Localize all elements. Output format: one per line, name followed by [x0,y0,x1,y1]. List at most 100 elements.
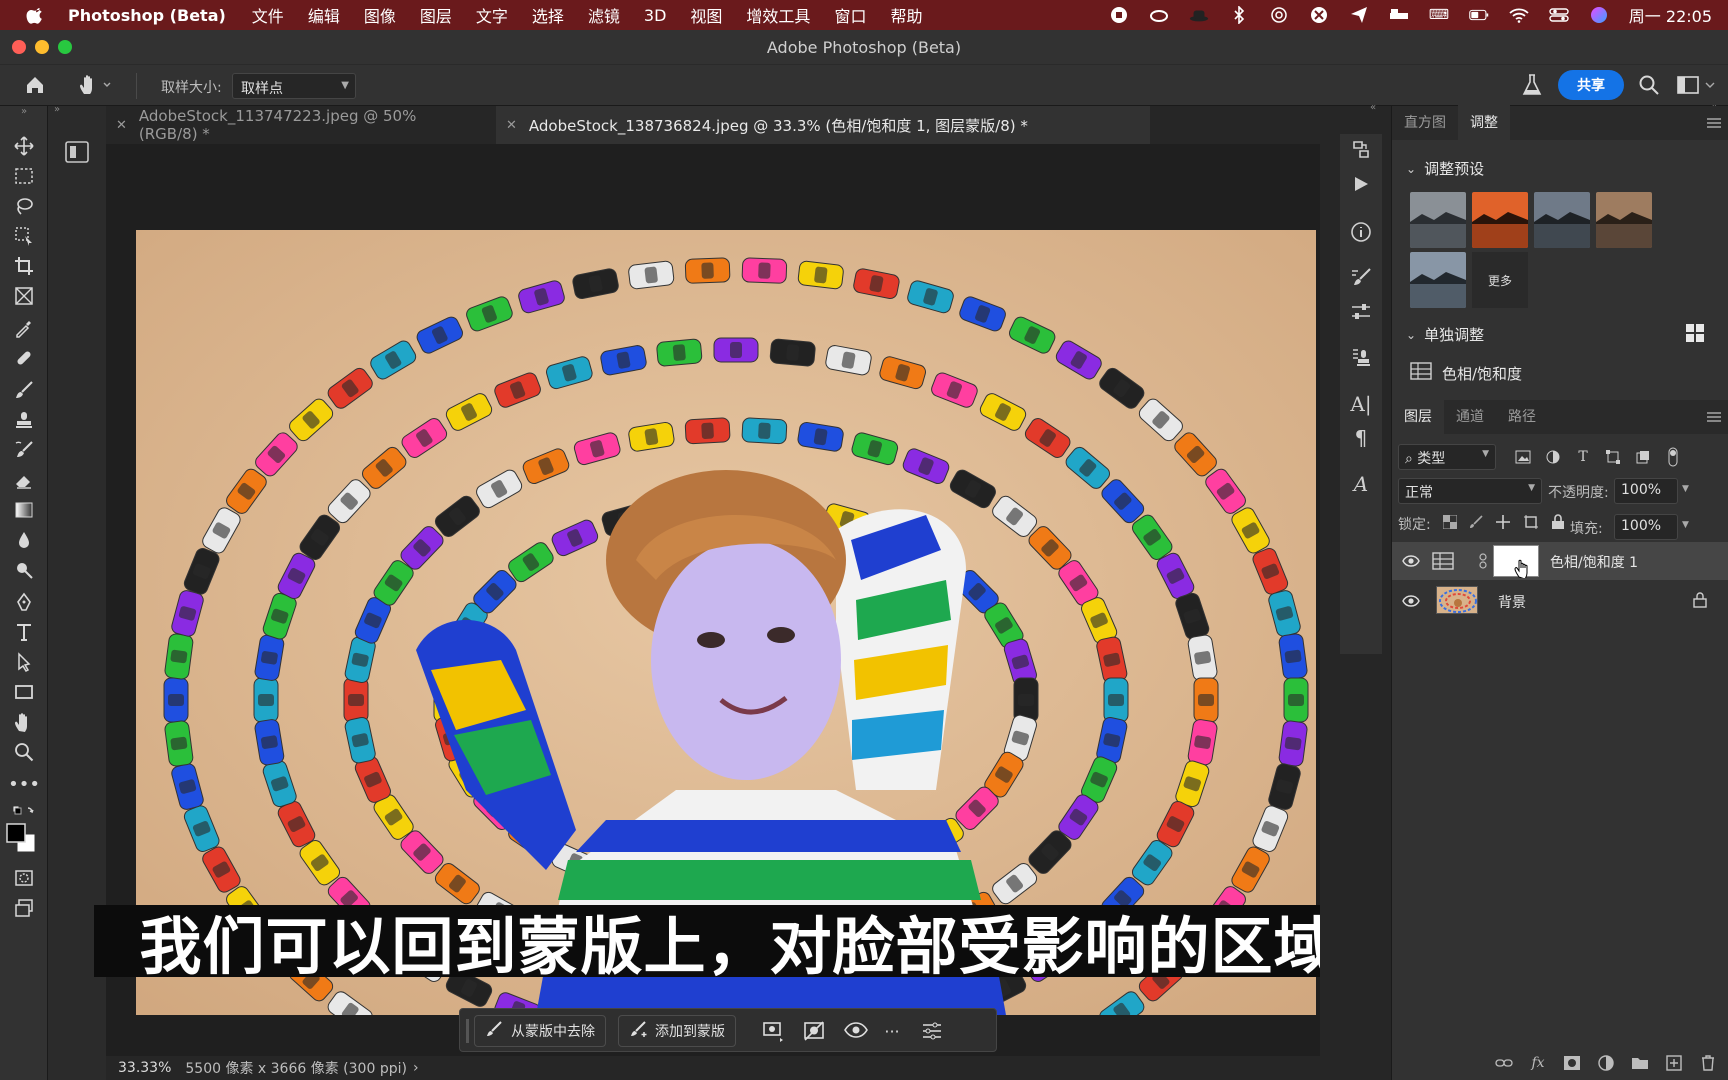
panel-menu-icon[interactable] [1707,412,1721,422]
expand-panels-icon[interactable]: » [54,104,60,115]
more-tools-icon[interactable]: ••• [8,772,40,796]
workspace-switcher-icon[interactable] [1676,74,1718,100]
dodge-tool-icon[interactable] [12,558,36,582]
input-method-icon[interactable]: ⌨ [1429,6,1449,24]
apple-logo-icon[interactable] [26,5,46,25]
menu-view[interactable]: 视图 [690,3,722,27]
visibility-eye-icon[interactable] [844,1019,868,1043]
opacity-dropdown-icon[interactable]: ▼ [1682,484,1689,494]
tab-channels[interactable]: 通道 [1444,406,1496,434]
type-tool-icon[interactable] [12,620,36,644]
panel-menu-icon[interactable] [1707,118,1721,128]
lock-image-icon[interactable] [1469,515,1483,533]
mask-options-icon[interactable] [762,1019,786,1043]
tab-layers[interactable]: 图层 [1392,398,1444,434]
zoom-window-button[interactable] [58,40,72,54]
tab-document-1[interactable]: ✕ AdobeStock_113747223.jpeg @ 50%(RGB/8)… [106,106,452,144]
subtract-from-mask-button[interactable]: 从蒙版中去除 [474,1015,606,1047]
share-button[interactable]: 共享 [1558,70,1624,100]
link-layers-icon[interactable] [1495,1054,1513,1072]
pen-tool-icon[interactable] [12,590,36,614]
rectangle-tool-icon[interactable] [12,680,36,704]
eraser-tool-icon[interactable] [12,468,36,492]
filter-toggle-icon[interactable] [1664,447,1682,467]
lasso-tool-icon[interactable] [12,194,36,218]
glyphs-panel-icon[interactable]: A [1349,472,1373,496]
healing-brush-tool-icon[interactable] [12,346,36,370]
more-options-icon[interactable]: ··· [880,1019,904,1043]
menu-plugins[interactable]: 增效工具 [746,3,810,27]
character-panel-icon[interactable]: A| [1349,392,1373,416]
foreground-background-color-icon[interactable] [6,818,36,858]
flask-icon[interactable] [1521,73,1543,101]
collapse-toolbar-icon[interactable]: » [12,106,36,117]
fill-input[interactable]: 100% [1614,514,1678,540]
actions-play-icon[interactable] [1349,172,1373,196]
battery-icon[interactable] [1469,6,1489,24]
document-info[interactable]: 5500 像素 x 3666 像素 (300 ppi) [185,1058,407,1078]
minimize-window-button[interactable] [35,40,49,54]
airdrop-icon[interactable] [1269,6,1289,24]
creative-cloud-icon[interactable] [1149,6,1169,24]
tab-histogram[interactable]: 直方图 [1392,112,1458,140]
menubar-clock[interactable]: 周一 22:05 [1629,3,1712,27]
mask-link-icon[interactable] [1478,553,1488,573]
sample-size-select[interactable]: 取样点 ▼ [232,73,356,99]
filter-adjustment-icon[interactable] [1544,448,1562,466]
record-icon[interactable] [1109,6,1129,24]
xcode-icon[interactable] [1309,6,1329,24]
lock-transparent-icon[interactable] [1442,514,1458,533]
grid-view-icon[interactable] [1686,324,1704,342]
properties-panel-icon[interactable] [64,140,90,164]
search-icon[interactable] [1638,74,1660,100]
clone-source-icon[interactable] [1349,346,1373,370]
new-adjustment-layer-icon[interactable] [1597,1054,1615,1072]
opacity-input[interactable]: 100% [1614,478,1678,504]
hand-tool-preset-icon[interactable] [78,74,112,100]
preset-thumbnail-3[interactable] [1534,192,1590,248]
disable-mask-icon[interactable] [802,1019,826,1043]
collapse-dock-icon[interactable]: « [1370,102,1376,113]
brush-settings-icon[interactable] [1349,266,1373,290]
menu-help[interactable]: 帮助 [890,3,922,27]
hat-icon[interactable] [1189,6,1209,24]
blend-mode-select[interactable]: 正常 ▼ [1398,478,1542,504]
eyedropper-tool-icon[interactable] [12,316,36,340]
filter-shape-icon[interactable] [1604,448,1622,466]
menu-type[interactable]: 文字 [476,3,508,27]
bluetooth-icon[interactable] [1229,6,1249,24]
zoom-tool-icon[interactable] [12,740,36,764]
blur-tool-icon[interactable] [12,528,36,552]
add-to-mask-button[interactable]: 添加到蒙版 [618,1015,736,1047]
paragraph-panel-icon[interactable]: ¶ [1349,426,1373,450]
adjustment-presets-header[interactable]: ⌄ 调整预设 [1406,158,1484,179]
tab-document-2[interactable]: ✕ AdobeStock_138736824.jpeg @ 33.3% (色相/… [496,106,1150,144]
history-panel-icon[interactable] [1349,138,1373,162]
add-mask-icon[interactable] [1563,1054,1581,1072]
control-center-icon[interactable] [1549,6,1569,24]
wifi-icon[interactable] [1509,6,1529,24]
bed-icon[interactable] [1389,6,1409,24]
filter-pixel-icon[interactable] [1514,448,1532,466]
layer-row-background[interactable]: 背景 [1392,582,1728,620]
send-icon[interactable] [1349,6,1369,24]
layer-filter-select[interactable]: ⌕ 类型 ▼ [1398,444,1496,470]
lock-position-icon[interactable] [1495,514,1511,534]
move-tool-icon[interactable] [12,134,36,158]
clone-stamp-tool-icon[interactable] [12,408,36,432]
app-menu[interactable]: Photoshop (Beta) [68,6,226,25]
menu-filter[interactable]: 滤镜 [588,3,620,27]
preset-thumbnail-4[interactable] [1596,192,1652,248]
layer-row-hue-saturation[interactable]: 色相/饱和度 1 [1392,542,1728,580]
taskbar-drag-handle[interactable] [466,1019,469,1043]
gradient-tool-icon[interactable] [12,498,36,522]
menu-image[interactable]: 图像 [364,3,396,27]
object-selection-tool-icon[interactable] [12,224,36,248]
lock-all-icon[interactable] [1551,514,1565,534]
hand-tool-icon[interactable] [12,710,36,734]
single-adjustments-header[interactable]: ⌄ 单独调整 [1406,324,1484,345]
status-menu-arrow[interactable]: › [413,1060,419,1076]
siri-icon[interactable] [1589,6,1609,24]
layer-name[interactable]: 色相/饱和度 1 [1550,552,1638,572]
zoom-level[interactable]: 33.33% [118,1060,171,1076]
